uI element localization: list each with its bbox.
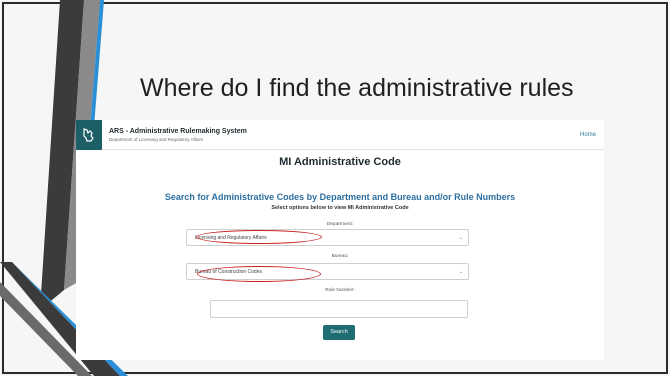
rule-number-label: Rule Number:	[325, 288, 355, 293]
michigan-mitten-icon[interactable]	[76, 120, 102, 150]
department-label: Department:	[326, 222, 354, 227]
search-subheading: Select options below to view MI Administ…	[271, 205, 409, 211]
highlight-circle-department	[196, 230, 322, 244]
chevron-down-icon: ⌄	[458, 269, 463, 275]
slide-title: Where do I find the administrative rules	[140, 74, 574, 102]
chevron-down-icon: ⌄	[458, 235, 463, 241]
ars-header: ARS - Administrative Rulemaking System D…	[76, 120, 604, 150]
ars-website-screenshot: ARS - Administrative Rulemaking System D…	[76, 120, 604, 360]
page-title: MI Administrative Code	[279, 156, 401, 168]
home-link[interactable]: Home	[580, 132, 596, 138]
rule-number-input[interactable]	[210, 300, 468, 318]
bureau-label: Bureau:	[331, 254, 349, 259]
highlight-circle-bureau	[197, 266, 321, 282]
app-name: ARS - Administrative Rulemaking System	[109, 128, 247, 135]
search-button[interactable]: Search	[323, 325, 355, 340]
search-heading: Search for Administrative Codes by Depar…	[164, 192, 516, 202]
presentation-slide: Where do I find the administrative rules…	[0, 0, 670, 376]
app-department: Department of Licensing and Regulatory A…	[109, 137, 204, 142]
